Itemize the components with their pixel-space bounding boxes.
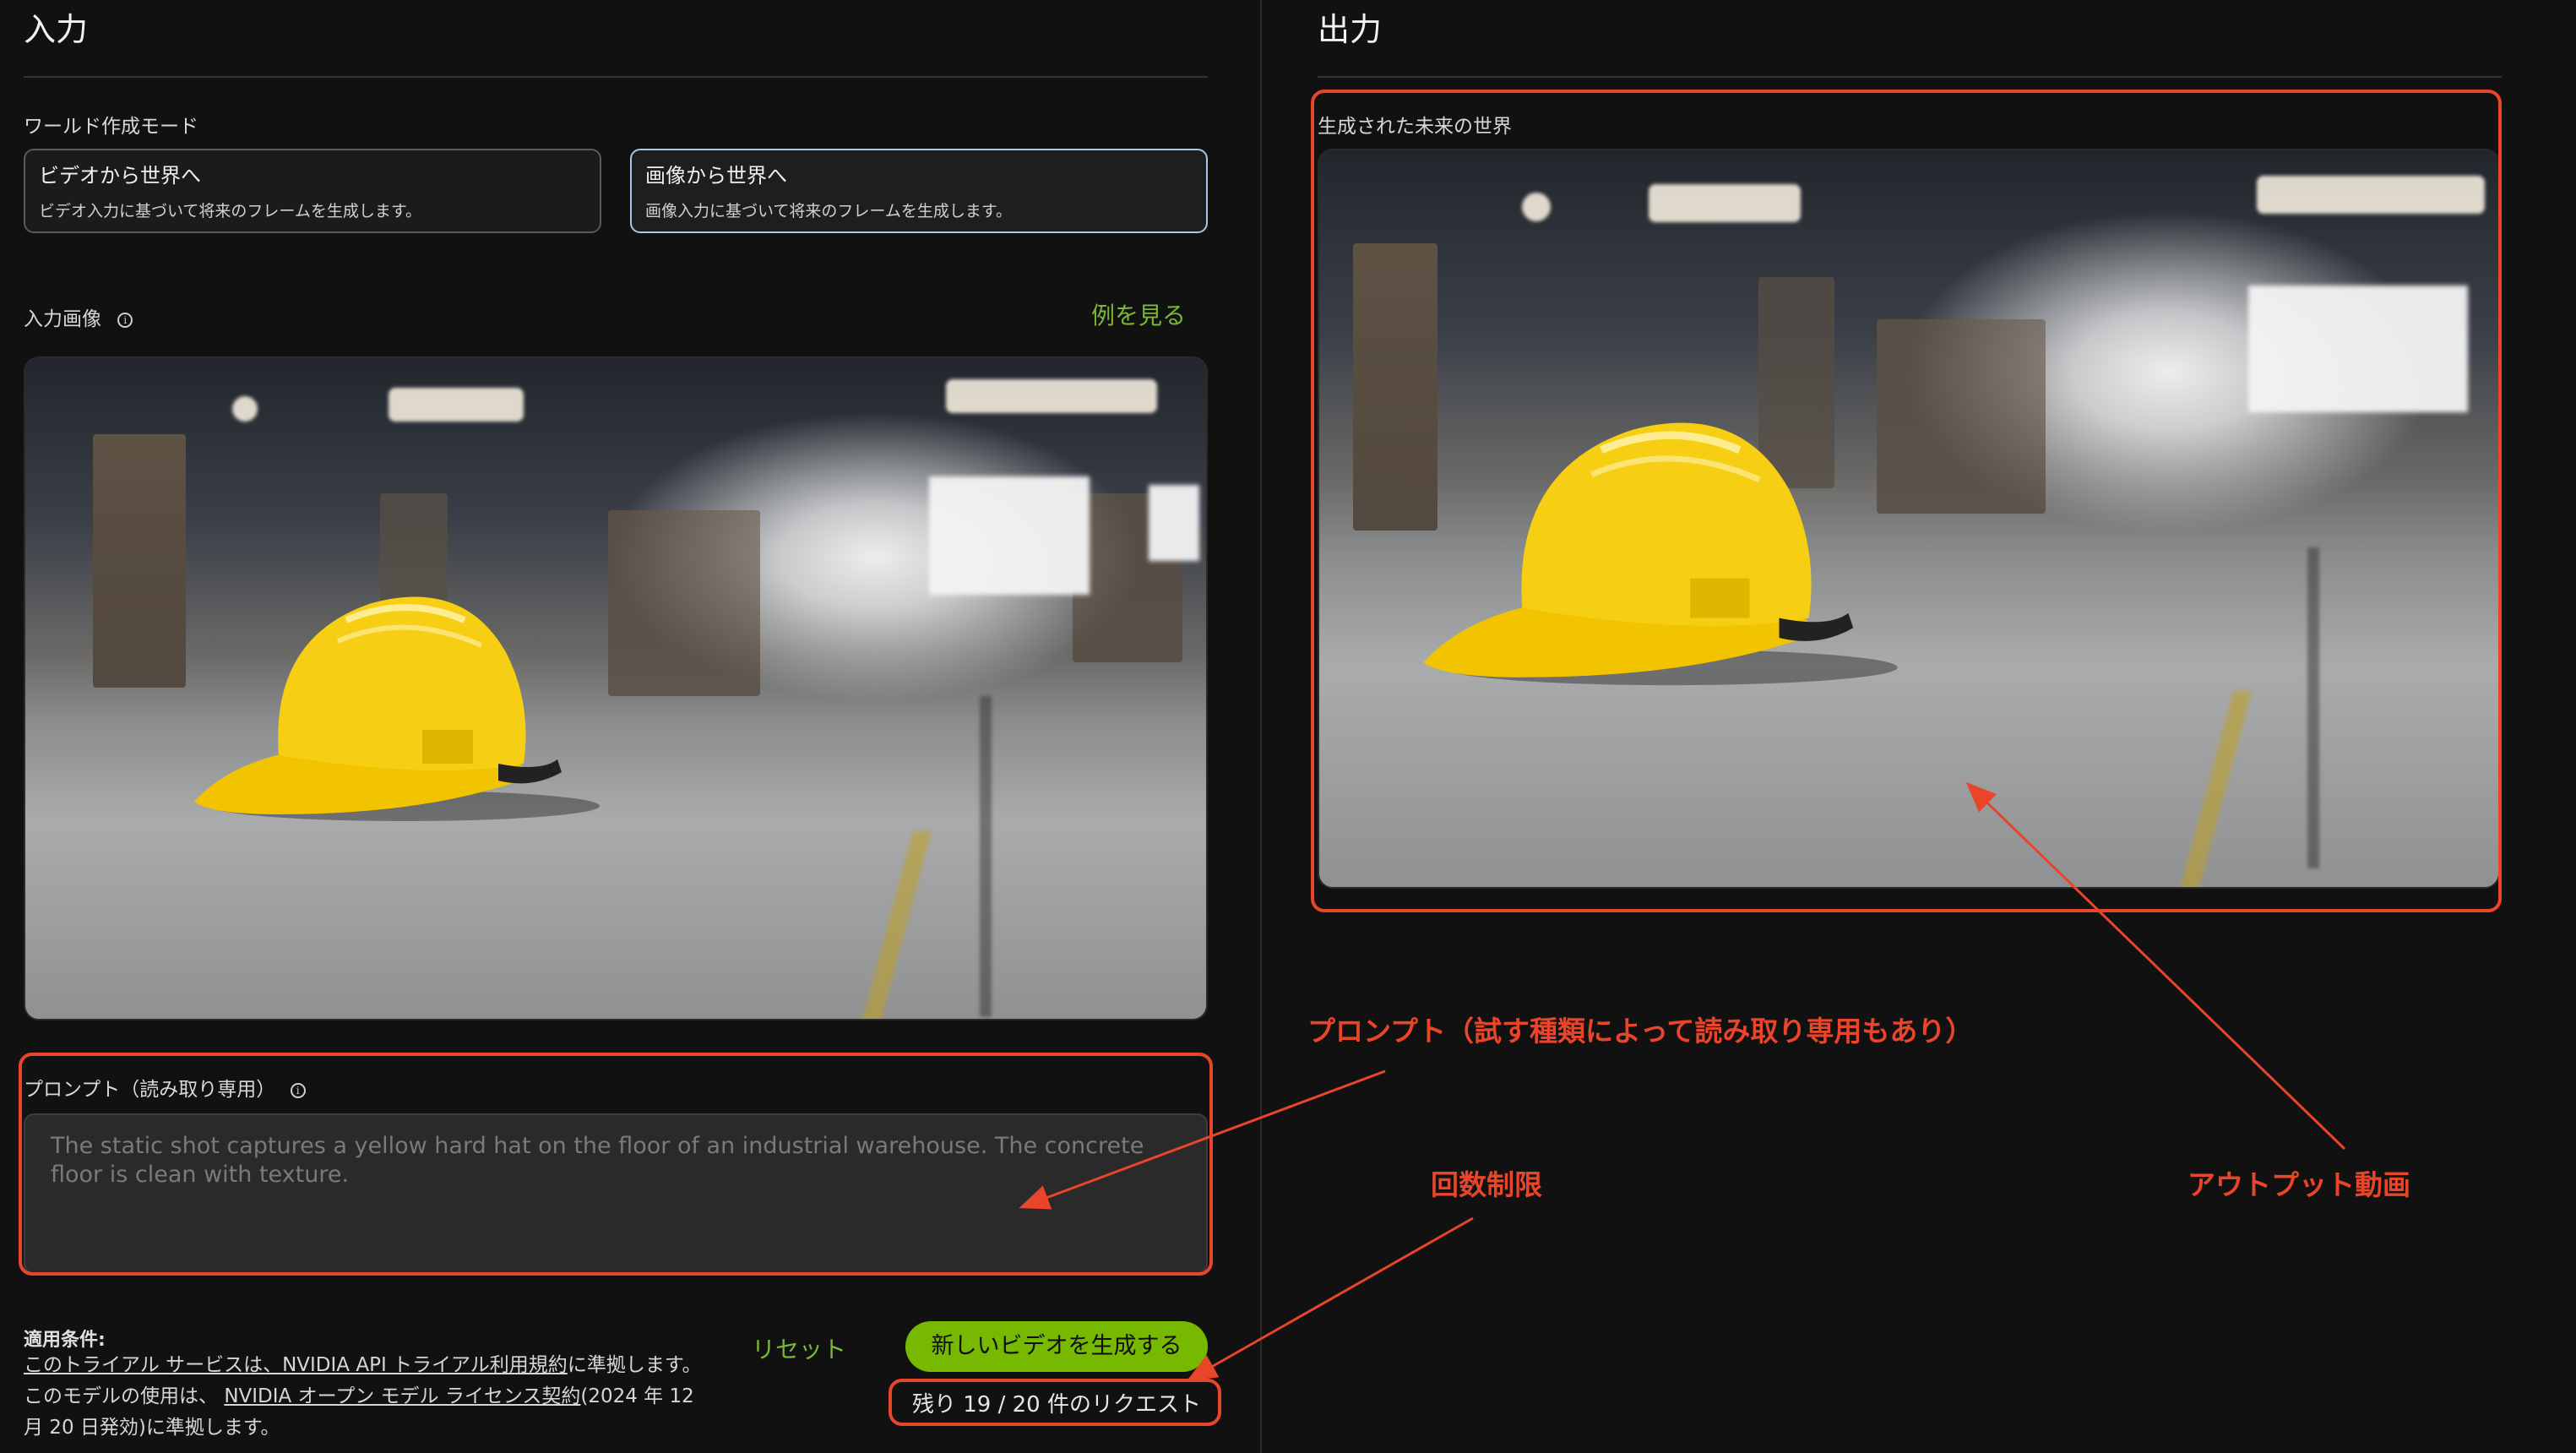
annotation-arrows bbox=[1019, 781, 2346, 1381]
limit-arrow bbox=[1186, 1216, 1474, 1381]
output-arrow bbox=[1965, 781, 2346, 1151]
prompt-arrow bbox=[1019, 1069, 1386, 1210]
